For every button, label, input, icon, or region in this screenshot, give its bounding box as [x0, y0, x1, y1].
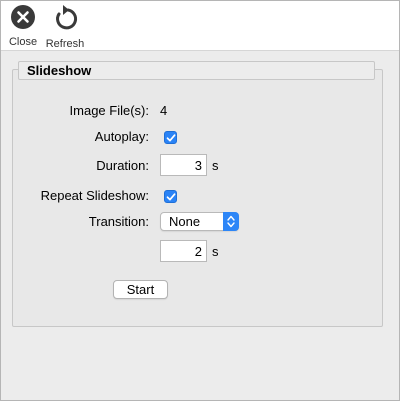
refresh-label: Refresh [45, 38, 85, 50]
duration-label: Duration: [96, 158, 149, 173]
start-button[interactable]: Start [113, 280, 168, 299]
autoplay-checkbox[interactable] [164, 131, 177, 144]
transition-label: Transition: [88, 214, 149, 229]
duration-unit: s [212, 158, 219, 173]
slideshow-title: Slideshow [27, 63, 92, 78]
window: Close Refresh Slideshow Image File(s): 4… [0, 0, 400, 401]
transition-select-value: None [169, 214, 201, 229]
transition-duration-unit: s [212, 244, 219, 259]
refresh-icon [43, 4, 87, 37]
image-files-label: Image File(s): [69, 103, 149, 118]
transition-select[interactable]: None [160, 212, 239, 231]
close-button[interactable]: Close [5, 4, 41, 48]
autoplay-label: Autoplay: [94, 129, 149, 144]
transition-duration-field[interactable]: 2 [160, 240, 207, 262]
repeat-slideshow-checkbox[interactable] [164, 190, 177, 203]
checkmark-icon [166, 134, 176, 142]
refresh-button[interactable]: Refresh [43, 4, 87, 50]
toolbar: Close Refresh [1, 1, 399, 51]
image-files-value: 4 [160, 103, 168, 118]
close-icon [5, 4, 41, 35]
close-label: Close [8, 36, 38, 48]
repeat-slideshow-label: Repeat Slideshow: [40, 188, 149, 203]
updown-arrows-icon [223, 212, 239, 231]
duration-field[interactable]: 3 [160, 154, 207, 176]
checkmark-icon [166, 193, 176, 201]
